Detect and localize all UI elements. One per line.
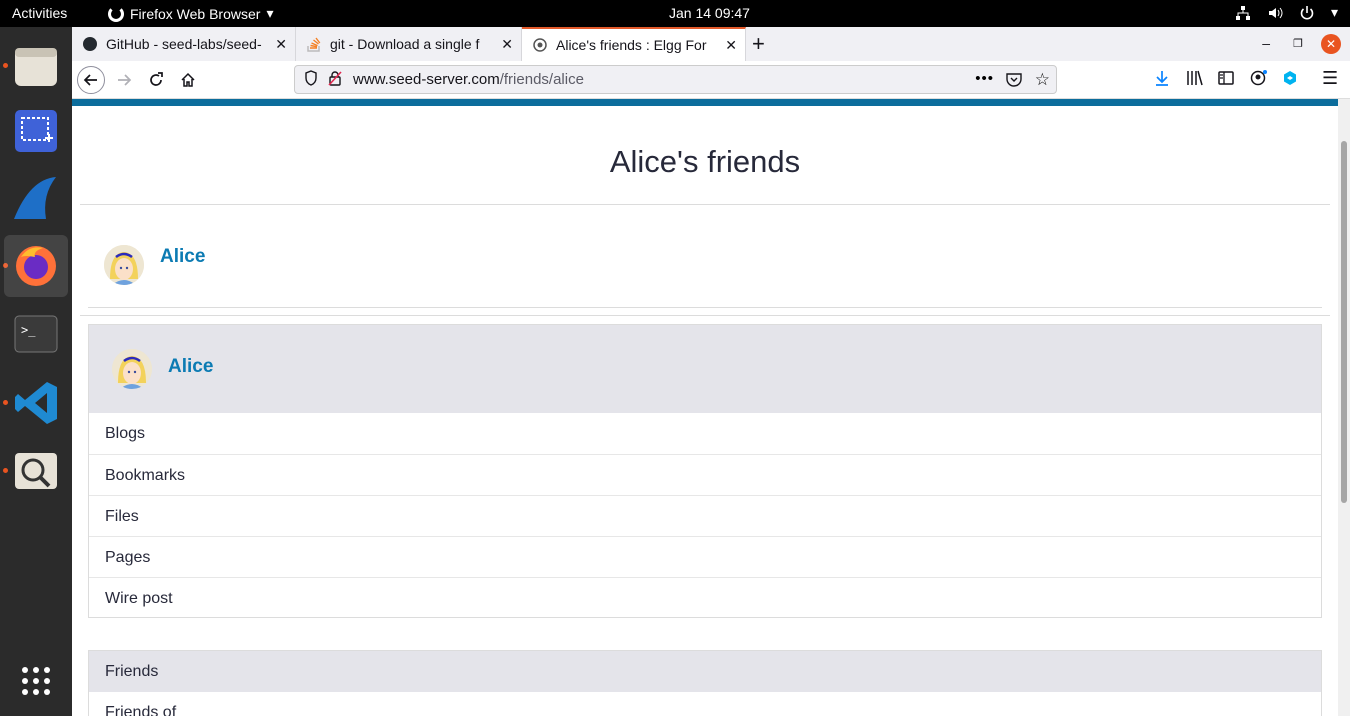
image-viewer-icon[interactable] [4,440,68,502]
sidebar-icon[interactable] [1218,70,1234,91]
files-icon[interactable] [4,35,68,97]
back-button[interactable] [77,66,105,94]
divider [80,315,1330,316]
menu-item-blogs[interactable]: Blogs [89,413,1321,454]
volume-icon [1268,7,1283,18]
network-icon [1235,5,1250,20]
divider [80,204,1330,205]
url-bar[interactable]: www.seed-server.com/friends/alice ••• ☆ [294,65,1057,94]
insecure-lock-icon[interactable] [328,70,342,90]
tab-title: git - Download a single f [330,36,480,52]
home-icon [181,72,195,87]
stackoverflow-icon [307,37,321,52]
arrow-left-icon [83,74,97,86]
firefox-icon[interactable] [4,235,68,297]
friend-avatar[interactable] [104,245,144,285]
menu-item-pages[interactable]: Pages [89,536,1321,577]
activities-button[interactable]: Activities [12,5,67,21]
url-host: www.seed-server.com [353,71,500,88]
clock[interactable]: Jan 14 09:47 [669,5,750,21]
close-icon[interactable]: ✕ [725,37,737,54]
pocket-icon[interactable] [1006,72,1022,91]
app-menu-label: Firefox Web Browser [130,5,261,22]
forward-button[interactable] [110,66,138,94]
close-window-button[interactable]: ✕ [1321,34,1341,54]
svg-text:>_: >_ [21,323,36,337]
url-text[interactable]: www.seed-server.com/friends/alice [353,71,584,88]
page-actions-icon[interactable]: ••• [975,70,994,87]
account-icon[interactable] [1250,70,1268,91]
show-applications-icon[interactable] [4,650,68,712]
reload-icon [150,72,163,86]
owner-name-link[interactable]: Alice [168,356,213,378]
library-icon[interactable] [1186,70,1204,91]
site-top-bar [72,99,1338,106]
power-icon [1300,5,1314,20]
system-menu[interactable]: ▾ [1235,4,1338,21]
page-title: Alice's friends [609,144,801,179]
wireshark-icon[interactable] [4,167,68,229]
friends-sidebar-block: Friends Friends of [88,650,1322,716]
tab-title: Alice's friends : Elgg For [556,37,707,53]
tab-github[interactable]: GitHub - seed-labs/seed- ✕ [72,27,296,61]
tab-strip: GitHub - seed-labs/seed- ✕ git - Downloa… [72,27,1350,61]
page-content: Alice's friends Alice Alice Blogs Bookma… [72,106,1338,716]
maximize-button[interactable]: ❐ [1293,37,1303,50]
menu-item-friends[interactable]: Friends [89,651,1321,692]
home-button[interactable] [174,66,202,94]
owner-avatar[interactable] [112,349,152,389]
screenshot-icon[interactable] [4,100,68,162]
menu-item-friends-of[interactable]: Friends of [89,692,1321,716]
owner-sidebar-block: Alice Blogs Bookmarks Files Pages Wire p… [88,324,1322,618]
tab-alices-friends[interactable]: Alice's friends : Elgg For ✕ [522,27,746,61]
menu-item-files[interactable]: Files [89,495,1321,536]
firefox-small-icon [108,5,124,22]
app-menu[interactable]: Firefox Web Browser ▾ [108,5,273,22]
firefox-window: GitHub - seed-labs/seed- ✕ git - Downloa… [72,27,1350,716]
page-scrollbar[interactable] [1338,99,1350,716]
github-icon [83,37,97,51]
shield-icon[interactable] [304,69,318,90]
close-icon[interactable]: ✕ [275,36,287,53]
tab-title: GitHub - seed-labs/seed- [106,36,262,52]
close-icon[interactable]: ✕ [501,36,513,53]
new-tab-button[interactable]: + [752,31,765,57]
minimize-button[interactable]: – [1262,35,1270,51]
divider [88,307,1322,308]
friend-name-link[interactable]: Alice [160,246,205,268]
downloads-icon[interactable] [1154,70,1170,91]
menu-item-bookmarks[interactable]: Bookmarks [89,454,1321,495]
elgg-icon [533,38,547,52]
extension-icon[interactable] [1282,70,1298,91]
reload-button[interactable] [142,66,170,94]
tab-stackoverflow[interactable]: git - Download a single f ✕ [296,27,522,61]
chevron-down-icon: ▾ [1330,4,1338,20]
system-top-bar: Activities Firefox Web Browser ▾ Jan 14 … [0,0,1350,27]
arrow-right-icon [118,74,132,86]
terminal-icon[interactable]: >_ [4,303,68,365]
scrollbar-thumb[interactable] [1341,141,1347,503]
owner-block-header: Alice [89,325,1321,413]
vscode-icon[interactable] [4,372,68,434]
dock: >_ [0,27,72,716]
url-path: /friends/alice [499,71,584,88]
hamburger-menu-icon[interactable]: ☰ [1322,68,1338,89]
navigation-toolbar: www.seed-server.com/friends/alice ••• ☆ … [72,61,1350,99]
chevron-down-icon: ▾ [266,5,274,21]
bookmark-star-icon[interactable]: ☆ [1035,70,1050,90]
menu-item-wire-post[interactable]: Wire post [89,577,1321,618]
